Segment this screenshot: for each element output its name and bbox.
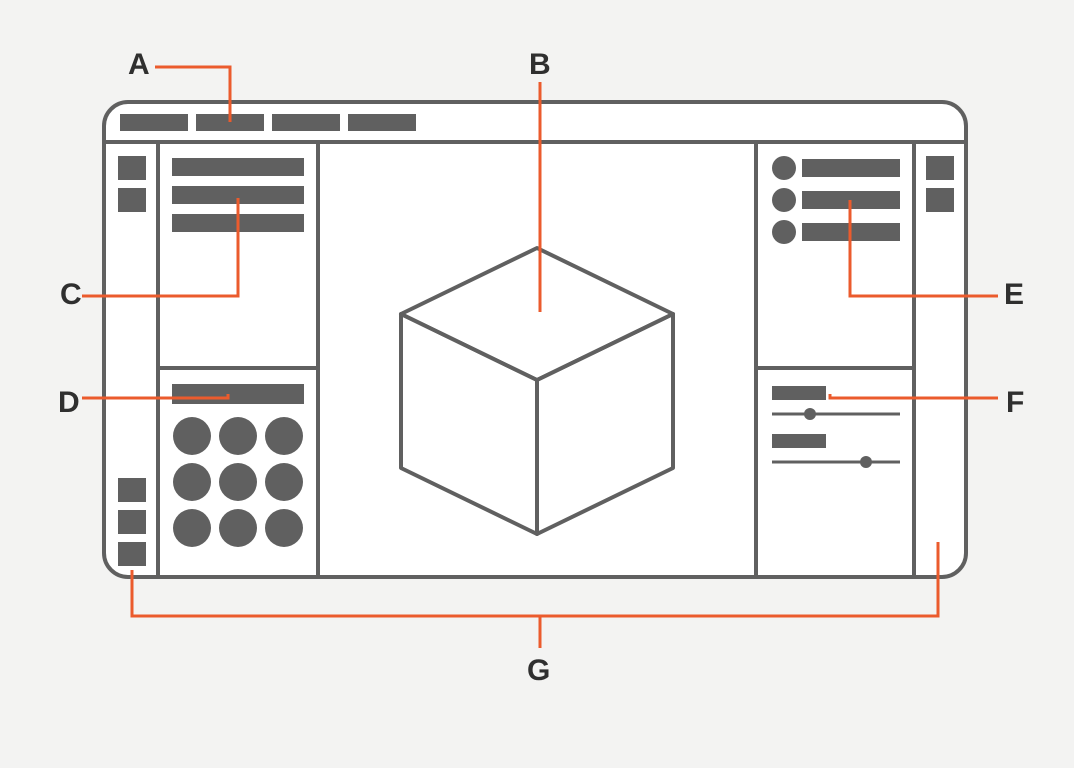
panel-E xyxy=(772,156,900,244)
label-G: G xyxy=(527,654,550,688)
grid-swatch[interactable] xyxy=(219,509,257,547)
list-item[interactable] xyxy=(772,188,900,212)
sidebar-icon[interactable] xyxy=(118,510,146,534)
item-icon xyxy=(772,156,796,180)
label-E: E xyxy=(1004,278,1024,312)
label-A: A xyxy=(128,48,150,82)
sidebar-icon[interactable] xyxy=(118,542,146,566)
sidebar-icon[interactable] xyxy=(926,188,954,212)
diagram-svg xyxy=(0,0,1074,768)
grid-swatch[interactable] xyxy=(173,417,211,455)
menu-item[interactable] xyxy=(120,114,188,131)
sidebar-icon[interactable] xyxy=(118,156,146,180)
grid-swatch[interactable] xyxy=(219,417,257,455)
grid-swatch[interactable] xyxy=(219,463,257,501)
list-item[interactable] xyxy=(772,220,900,244)
panel-D-grid xyxy=(173,417,303,547)
label-B: B xyxy=(529,48,551,82)
item-label-bar xyxy=(802,159,900,177)
slider-handle[interactable] xyxy=(860,456,872,468)
left-sidebar-bottom xyxy=(118,478,146,566)
item-icon xyxy=(772,188,796,212)
grid-swatch[interactable] xyxy=(265,463,303,501)
sidebar-icon[interactable] xyxy=(118,188,146,212)
sidebar-icon[interactable] xyxy=(926,156,954,180)
panel-D-header[interactable] xyxy=(172,384,304,404)
grid-swatch[interactable] xyxy=(173,509,211,547)
menu-item[interactable] xyxy=(348,114,416,131)
menu-item[interactable] xyxy=(272,114,340,131)
slider-label xyxy=(772,434,826,448)
list-row[interactable] xyxy=(172,158,304,176)
item-icon xyxy=(772,220,796,244)
label-C: C xyxy=(60,278,82,312)
diagram-stage: A B C D E F G xyxy=(0,0,1074,768)
grid-swatch[interactable] xyxy=(265,509,303,547)
grid-swatch[interactable] xyxy=(265,417,303,455)
list-item[interactable] xyxy=(772,156,900,180)
sidebar-icon[interactable] xyxy=(118,478,146,502)
label-F: F xyxy=(1006,386,1024,420)
label-D: D xyxy=(58,386,80,420)
slider-label xyxy=(772,386,826,400)
grid-swatch[interactable] xyxy=(173,463,211,501)
slider-handle[interactable] xyxy=(804,408,816,420)
